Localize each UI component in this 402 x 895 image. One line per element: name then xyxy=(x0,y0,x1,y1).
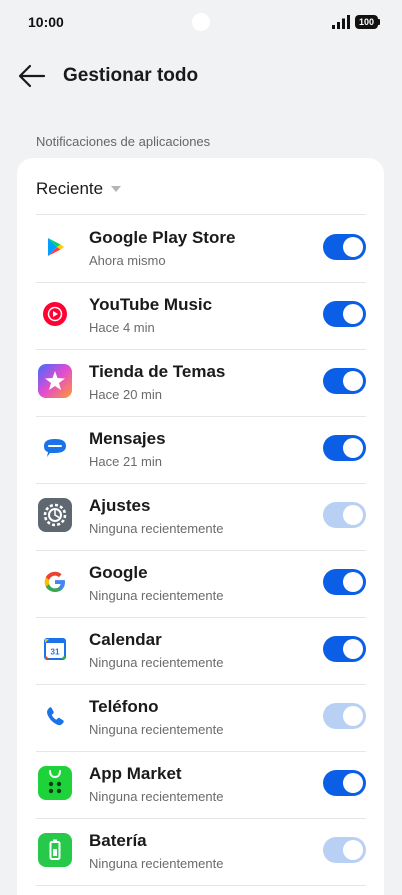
app-market-icon xyxy=(38,766,72,800)
app-name: YouTube Music xyxy=(89,295,213,314)
notification-toggle[interactable] xyxy=(323,435,366,461)
list-item: Google Play Store Ahora mismo xyxy=(17,215,384,282)
list-item: Tienda de Temas Hace 20 min xyxy=(17,349,384,416)
notification-toggle[interactable] xyxy=(323,636,366,662)
list-item: Google Ninguna recientemente xyxy=(17,550,384,617)
chevron-down-icon xyxy=(111,186,122,192)
battery-icon: 100 xyxy=(355,15,381,29)
notification-toggle[interactable] xyxy=(323,703,366,729)
app-last-notification: Hace 4 min xyxy=(89,320,155,335)
theme-store-icon xyxy=(38,364,72,398)
status-bar: 10:00 100 xyxy=(0,0,402,44)
app-name: Teléfono xyxy=(89,697,159,716)
notification-toggle[interactable] xyxy=(323,502,366,528)
list-item: YouTube Music Hace 4 min xyxy=(17,282,384,349)
app-last-notification: Ninguna recientemente xyxy=(89,789,224,804)
app-last-notification: Ninguna recientemente xyxy=(89,722,224,737)
calendar-icon: 31 xyxy=(44,638,66,660)
app-last-notification: Hace 21 min xyxy=(89,454,162,469)
app-last-notification: Hace 20 min xyxy=(89,387,162,402)
sort-dropdown[interactable]: Reciente xyxy=(36,177,122,201)
notification-toggle[interactable] xyxy=(323,234,366,260)
play-store-icon xyxy=(48,238,64,256)
google-icon xyxy=(44,571,65,592)
phone-icon xyxy=(47,707,64,726)
app-last-notification: Ninguna recientemente xyxy=(89,588,224,603)
notification-toggle[interactable] xyxy=(323,569,366,595)
battery-tip xyxy=(378,19,380,25)
status-time: 10:00 xyxy=(28,14,64,30)
list-item: Mensajes Hace 21 min xyxy=(17,416,384,483)
app-name: Mensajes xyxy=(89,429,166,448)
svg-text:31: 31 xyxy=(51,648,60,657)
list-item: App Market Ninguna recientemente xyxy=(17,751,384,818)
app-last-notification: Ninguna recientemente xyxy=(89,521,224,536)
notification-toggle[interactable] xyxy=(323,837,366,863)
signal-icon xyxy=(332,15,350,29)
list-item: Teléfono Ninguna recientemente xyxy=(17,684,384,751)
app-name: Google Play Store xyxy=(89,228,236,247)
divider xyxy=(36,885,366,886)
list-item: 31 Calendar Ninguna recientemente xyxy=(17,617,384,684)
camera-cutout xyxy=(192,13,210,31)
page-title: Gestionar todo xyxy=(63,65,199,86)
app-name: Google xyxy=(89,563,148,582)
app-name: Calendar xyxy=(89,630,162,649)
app-name: Ajustes xyxy=(89,496,151,515)
notification-toggle[interactable] xyxy=(323,301,366,327)
list-item: Ajustes Ninguna recientemente xyxy=(17,483,384,550)
battery-level: 100 xyxy=(355,15,378,29)
notification-toggle[interactable] xyxy=(323,770,366,796)
header: Gestionar todo xyxy=(0,55,402,99)
section-label: Notificaciones de aplicaciones xyxy=(36,134,211,149)
app-name: Batería xyxy=(89,831,147,850)
list-item: Batería Ninguna recientemente xyxy=(17,818,384,885)
back-arrow-icon[interactable] xyxy=(18,63,46,89)
app-last-notification: Ahora mismo xyxy=(89,253,166,268)
notification-toggle[interactable] xyxy=(323,368,366,394)
app-name: Tienda de Temas xyxy=(89,362,226,381)
youtube-music-icon xyxy=(43,302,67,326)
sort-label: Reciente xyxy=(36,179,104,198)
app-name: App Market xyxy=(89,764,182,783)
messages-icon xyxy=(44,439,66,457)
settings-icon xyxy=(38,498,72,532)
notifications-card: Reciente Google Play Store Ahora mismo Y… xyxy=(17,158,384,895)
battery-app-icon xyxy=(38,833,72,867)
app-last-notification: Ninguna recientemente xyxy=(89,856,224,871)
app-last-notification: Ninguna recientemente xyxy=(89,655,224,670)
